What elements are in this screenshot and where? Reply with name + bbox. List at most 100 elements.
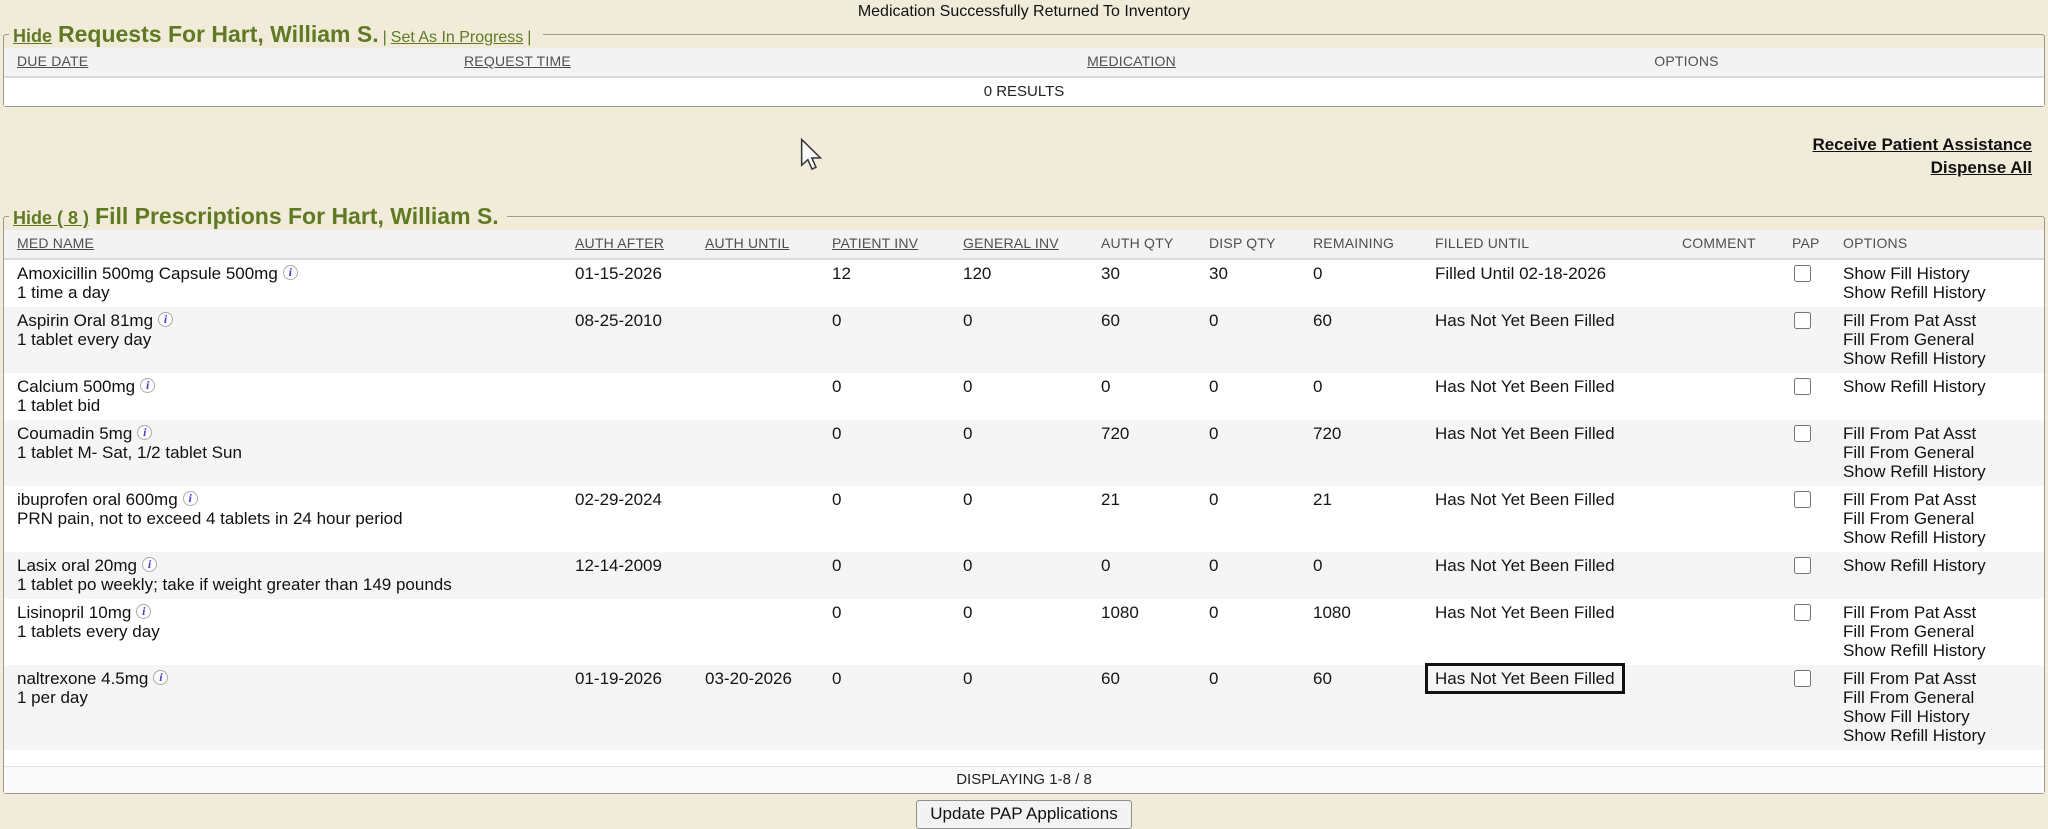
- pap-checkbox[interactable]: [1794, 312, 1811, 329]
- cell-remaining: 0: [1313, 556, 1435, 594]
- info-icon[interactable]: i: [158, 312, 173, 327]
- cell-auth-until: [705, 556, 832, 594]
- filled-until-text: Has Not Yet Been Filled: [1435, 556, 1615, 575]
- cell-comment: [1682, 311, 1792, 368]
- pap-checkbox[interactable]: [1794, 491, 1811, 508]
- cell-auth-qty: 720: [1101, 424, 1209, 481]
- med-sig: 1 time a day: [17, 283, 569, 302]
- prescriptions-hide-link[interactable]: Hide ( 8 ): [13, 208, 89, 228]
- cell-disp-qty: 0: [1209, 669, 1313, 745]
- prescription-row: Calcium 500mgi 1 tablet bid 0 0 0 0 0 Ha…: [4, 373, 2044, 420]
- info-icon[interactable]: i: [142, 557, 157, 572]
- cell-auth-after: 12-14-2009: [575, 556, 705, 594]
- column-general-inv[interactable]: GENERAL INV: [963, 235, 1101, 251]
- option-show-refill-history[interactable]: Show Refill History: [1843, 528, 2038, 547]
- column-comment: COMMENT: [1682, 235, 1792, 251]
- column-request-time[interactable]: REQUEST TIME: [464, 53, 934, 69]
- column-remaining: REMAINING: [1313, 235, 1435, 251]
- cell-disp-qty: 30: [1209, 264, 1313, 302]
- info-icon[interactable]: i: [153, 670, 168, 685]
- column-auth-until[interactable]: AUTH UNTIL: [705, 235, 832, 251]
- cell-auth-after: [575, 377, 705, 415]
- cell-auth-until: [705, 490, 832, 547]
- pap-checkbox[interactable]: [1794, 378, 1811, 395]
- column-patient-inv[interactable]: PATIENT INV: [832, 235, 963, 251]
- filled-until-text: Has Not Yet Been Filled: [1435, 490, 1615, 509]
- cell-comment: [1682, 669, 1792, 745]
- cell-auth-after: [575, 603, 705, 660]
- option-show-refill-history[interactable]: Show Refill History: [1843, 377, 2038, 396]
- info-icon[interactable]: i: [137, 425, 152, 440]
- cell-disp-qty: 0: [1209, 603, 1313, 660]
- option-show-refill-history[interactable]: Show Refill History: [1843, 349, 2038, 368]
- pap-checkbox[interactable]: [1794, 265, 1811, 282]
- cell-remaining: 0: [1313, 377, 1435, 415]
- cell-patient-inv: 0: [832, 556, 963, 594]
- prescription-row: naltrexone 4.5mgi 1 per day 01-19-2026 0…: [4, 665, 2044, 750]
- med-name: Amoxicillin 500mg Capsule 500mg: [17, 264, 278, 283]
- column-due-date[interactable]: DUE DATE: [17, 53, 464, 69]
- pap-checkbox[interactable]: [1794, 604, 1811, 621]
- option-show-refill-history[interactable]: Show Refill History: [1843, 462, 2038, 481]
- option-show-fill-history[interactable]: Show Fill History: [1843, 264, 2038, 283]
- option-show-fill-history[interactable]: Show Fill History: [1843, 707, 2038, 726]
- cell-remaining: 1080: [1313, 603, 1435, 660]
- option-fill-from-general[interactable]: Fill From General: [1843, 688, 2038, 707]
- prescription-row: Amoxicillin 500mg Capsule 500mg i 1 time …: [4, 260, 2044, 307]
- med-sig: 1 tablet bid: [17, 396, 569, 415]
- column-filled-until: FILLED UNTIL: [1435, 235, 1682, 251]
- cell-filled-until: Has Not Yet Been Filled: [1435, 311, 1682, 368]
- cell-remaining: 0: [1313, 264, 1435, 302]
- cell-disp-qty: 0: [1209, 424, 1313, 481]
- info-icon[interactable]: i: [183, 491, 198, 506]
- cell-options: Show Fill History Show Refill History: [1843, 264, 2044, 302]
- requests-section: HideRequests For Hart, William S.|Set As…: [3, 21, 2045, 107]
- receive-patient-assistance-link[interactable]: Receive Patient Assistance: [0, 133, 2032, 156]
- option-fill-from-pat-asst[interactable]: Fill From Pat Asst: [1843, 424, 2038, 443]
- cell-auth-qty: 30: [1101, 264, 1209, 302]
- med-sig: 1 tablet every day: [17, 330, 569, 349]
- cell-filled-until: Has Not Yet Been Filled: [1435, 377, 1682, 415]
- column-medication[interactable]: MEDICATION: [934, 53, 1329, 69]
- cell-remaining: 60: [1313, 311, 1435, 368]
- option-fill-from-pat-asst[interactable]: Fill From Pat Asst: [1843, 669, 2038, 688]
- option-fill-from-general[interactable]: Fill From General: [1843, 330, 2038, 349]
- column-auth-after[interactable]: AUTH AFTER: [575, 235, 705, 251]
- option-show-refill-history[interactable]: Show Refill History: [1843, 556, 2038, 575]
- dispense-all-link[interactable]: Dispense All: [0, 156, 2032, 179]
- info-icon[interactable]: i: [140, 378, 155, 393]
- set-as-in-progress-link[interactable]: Set As In Progress: [391, 29, 524, 46]
- prescriptions-title: Fill Prescriptions For Hart, William S.: [95, 203, 499, 229]
- option-fill-from-general[interactable]: Fill From General: [1843, 509, 2038, 528]
- column-auth-qty: AUTH QTY: [1101, 235, 1209, 251]
- displaying-count: DISPLAYING 1-8 / 8: [4, 766, 2044, 793]
- option-fill-from-pat-asst[interactable]: Fill From Pat Asst: [1843, 490, 2038, 509]
- update-pap-applications-button[interactable]: Update PAP Applications: [916, 800, 1131, 829]
- option-fill-from-general[interactable]: Fill From General: [1843, 622, 2038, 641]
- cell-general-inv: 0: [963, 377, 1101, 415]
- cell-disp-qty: 0: [1209, 490, 1313, 547]
- option-show-refill-history[interactable]: Show Refill History: [1843, 726, 2038, 745]
- cell-auth-after: 01-19-2026: [575, 669, 705, 745]
- column-options: OPTIONS: [1843, 235, 2044, 251]
- option-fill-from-pat-asst[interactable]: Fill From Pat Asst: [1843, 603, 2038, 622]
- option-fill-from-pat-asst[interactable]: Fill From Pat Asst: [1843, 311, 2038, 330]
- option-show-refill-history[interactable]: Show Refill History: [1843, 283, 2038, 302]
- cell-patient-inv: 0: [832, 603, 963, 660]
- filled-until-text: Has Not Yet Been Filled: [1435, 424, 1615, 443]
- requests-hide-link[interactable]: Hide: [13, 26, 52, 46]
- cell-options: Fill From Pat Asst Fill From General Sho…: [1843, 490, 2044, 547]
- med-name: Coumadin 5mg: [17, 424, 132, 443]
- info-icon[interactable]: i: [283, 265, 298, 280]
- column-med-name[interactable]: MED NAME: [17, 235, 575, 251]
- cell-comment: [1682, 424, 1792, 481]
- info-icon[interactable]: i: [136, 604, 151, 619]
- cell-auth-until: [705, 264, 832, 302]
- pap-checkbox[interactable]: [1794, 425, 1811, 442]
- option-show-refill-history[interactable]: Show Refill History: [1843, 641, 2038, 660]
- pap-checkbox[interactable]: [1794, 557, 1811, 574]
- cell-options: Fill From Pat Asst Fill From General Sho…: [1843, 424, 2044, 481]
- option-fill-from-general[interactable]: Fill From General: [1843, 443, 2038, 462]
- column-options: OPTIONS: [1329, 53, 2044, 69]
- pap-checkbox[interactable]: [1794, 670, 1811, 687]
